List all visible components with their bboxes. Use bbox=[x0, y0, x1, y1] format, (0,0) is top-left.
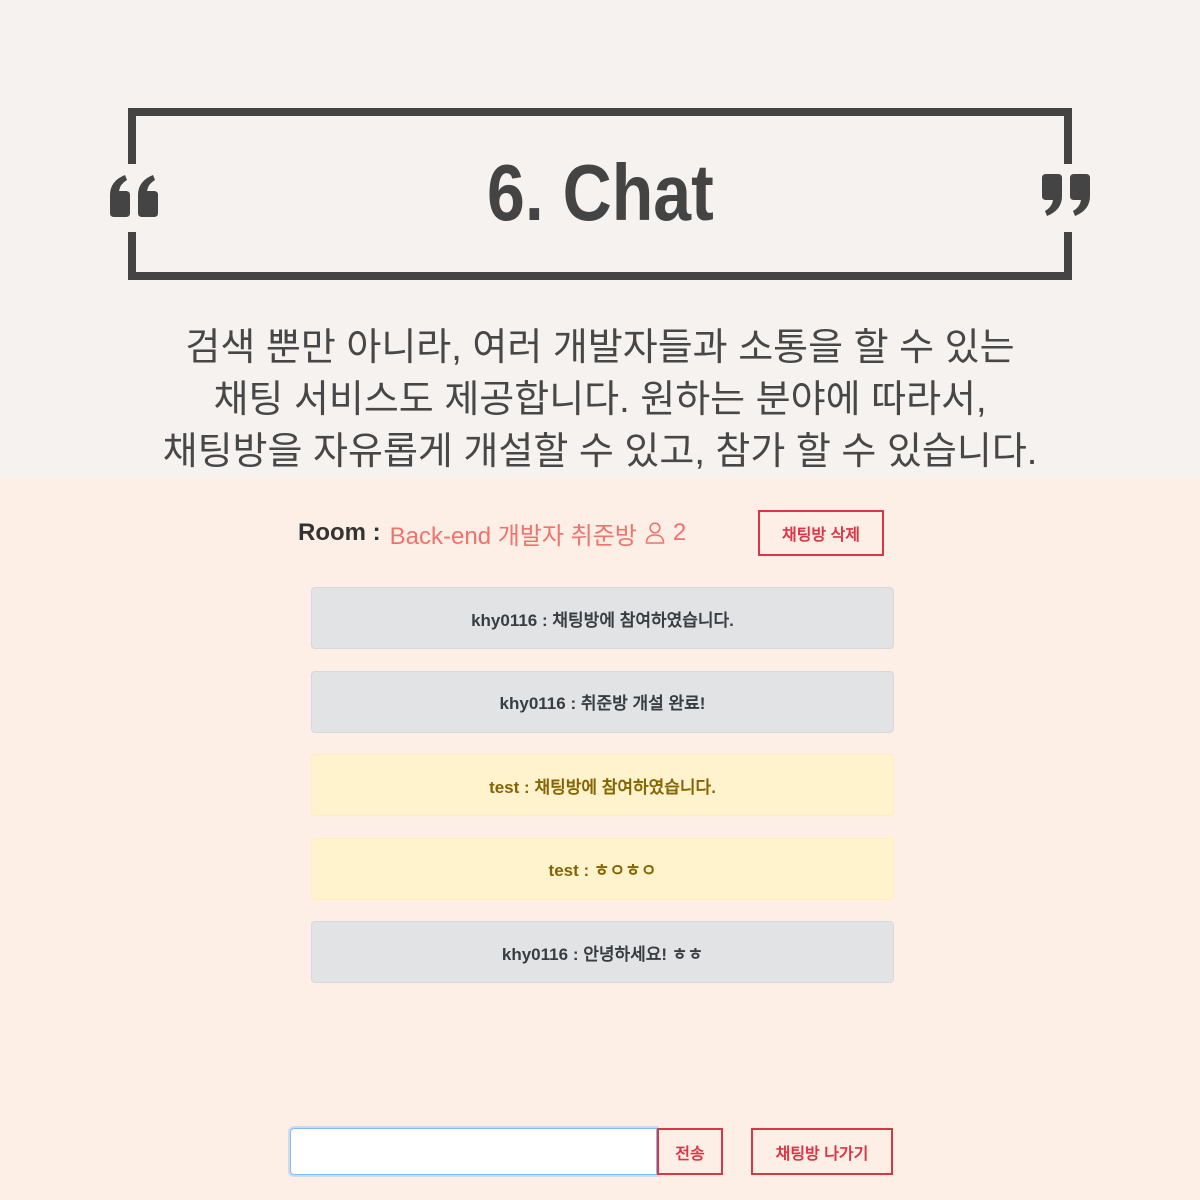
message-input[interactable] bbox=[290, 1128, 657, 1175]
description-line-1: 검색 뿐만 아니라, 여러 개발자들과 소통을 할 수 있는 bbox=[185, 327, 1015, 369]
user-icon bbox=[645, 522, 665, 544]
room-header: Room : Back-end 개발자 취준방 2 bbox=[298, 510, 686, 556]
description-line-3: 채팅방을 자유롭게 개설할 수 있고, 참가 할 수 있습니다. bbox=[162, 431, 1038, 473]
message-sender: khy0116 bbox=[501, 944, 569, 964]
description-line-2: 채팅 서비스도 제공합니다. 원하는 분야에 따라서, bbox=[213, 379, 987, 421]
chat-message-line: khy0116 : 채팅방에 참여하였습니다. bbox=[471, 606, 734, 631]
chat-message: khy0116 : 채팅방에 참여하였습니다. bbox=[311, 587, 894, 649]
message-sender: test bbox=[548, 861, 579, 880]
frame-left-lower-bar bbox=[128, 232, 136, 280]
leave-room-button[interactable]: 채팅방 나가기 bbox=[751, 1128, 893, 1175]
message-text: 채팅방에 참여하였습니다. bbox=[552, 610, 734, 630]
page-title-text: 6. Chat bbox=[486, 148, 714, 237]
frame-bottom-bar bbox=[128, 272, 1072, 280]
message-text: 안녕하세요! ㅎㅎ bbox=[583, 944, 704, 964]
page-title: 6. Chat bbox=[0, 153, 1200, 233]
chat-message-line: khy0116 : 취준방 개설 완료! bbox=[500, 689, 706, 714]
description: 검색 뿐만 아니라, 여러 개발자들과 소통을 할 수 있는 채팅 서비스도 제… bbox=[0, 322, 1200, 478]
message-separator: : bbox=[572, 944, 579, 964]
send-button[interactable]: 전송 bbox=[657, 1128, 723, 1175]
chat-message: test : ㅎㅇㅎㅇ bbox=[311, 837, 894, 900]
message-sender: khy0116 bbox=[499, 694, 566, 713]
room-label: Room : bbox=[298, 519, 381, 546]
message-text: ㅎㅇㅎㅇ bbox=[593, 861, 657, 880]
message-sender: test bbox=[489, 777, 520, 797]
member-count: 2 bbox=[672, 519, 687, 546]
frame-top-bar bbox=[128, 108, 1072, 116]
message-separator: : bbox=[524, 777, 530, 797]
chat-message: khy0116 : 취준방 개설 완료! bbox=[311, 670, 894, 733]
room-name: Back-end 개발자 취준방 bbox=[389, 522, 637, 550]
message-sender: khy0116 bbox=[471, 610, 538, 630]
chat-message-line: khy0116 : 안녕하세요! ㅎㅎ bbox=[502, 940, 703, 965]
delete-room-button[interactable]: 채팅방 삭제 bbox=[758, 510, 884, 556]
chat-message: khy0116 : 안녕하세요! ㅎㅎ bbox=[311, 921, 894, 983]
chat-message: test : 채팅방에 참여하였습니다. bbox=[311, 754, 894, 816]
slide-header: 6. Chat 검색 뿐만 아니라, 여러 개발자들과 소통을 할 수 있는 채… bbox=[0, 0, 1200, 478]
chat-panel: Room : Back-end 개발자 취준방 2 채팅방 삭제 khy0116… bbox=[0, 478, 1200, 1200]
frame-right-lower-bar bbox=[1064, 232, 1072, 280]
chat-message-line: test : ㅎㅇㅎㅇ bbox=[549, 856, 657, 881]
message-text: 채팅방에 참여하였습니다. bbox=[534, 777, 716, 797]
message-separator: : bbox=[570, 694, 577, 713]
message-separator: : bbox=[542, 610, 548, 630]
chat-message-line: test : 채팅방에 참여하였습니다. bbox=[489, 773, 716, 798]
message-list: khy0116 : 채팅방에 참여하였습니다. khy0116 : 취준방 개설… bbox=[311, 587, 894, 983]
message-text: 취준방 개설 완료! bbox=[580, 694, 706, 713]
message-separator: : bbox=[583, 861, 590, 880]
